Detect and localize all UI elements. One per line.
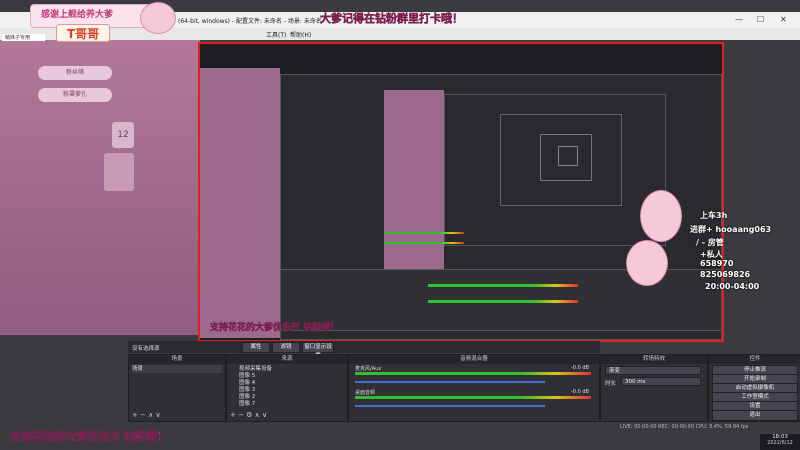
properties-button[interactable]: 属性 <box>242 342 270 353</box>
menu-help[interactable]: 帮助(H) <box>290 30 311 39</box>
nested-meter-3 <box>384 232 464 234</box>
sources-dock: 来源 视频采集设备 图像 5 图像 4 图像 3 图像 2 图像 7 + − ⚙… <box>226 354 348 422</box>
nested-meter-2 <box>428 300 578 303</box>
scenes-dock: 场景 场景 + − ∧ ∨ <box>128 354 226 422</box>
mixer-header: 音频混合器 <box>349 355 599 364</box>
avatar <box>104 153 134 191</box>
controls-header: 控件 <box>709 355 800 364</box>
top-banner: 大爹记得在钻粉群里打卡哦！ <box>320 12 464 26</box>
schedule-line: / - 房管 <box>696 238 724 247</box>
bottom-banner: 支持花花的大爹优先开 钻粉哦！ <box>10 430 168 444</box>
logo-text: T哥哥 <box>66 27 100 41</box>
clock-date: 2022/6/12 <box>767 440 793 446</box>
browser-tab[interactable]: 萌妹子专用 <box>2 34 45 41</box>
transitions-dock: 转场特效 渐变 时长 300 ms <box>600 354 708 422</box>
desktop-volume-slider[interactable] <box>355 405 545 407</box>
audio-mixer-dock: 音频混合器 麦克风/Aux -0.0 dB 桌面音频 -0.0 dB <box>348 354 600 422</box>
nested-meter-1 <box>428 284 578 287</box>
badge-button[interactable]: 粉罩萝扎 <box>38 88 112 102</box>
preview-canvas[interactable]: 支持花花的大爹优先开 钻粉哦！ <box>198 42 724 342</box>
schedule-line: 825069826 <box>700 270 751 279</box>
menu-tools[interactable]: 工具(T) <box>266 30 286 39</box>
desktop-db: -0.0 dB <box>571 389 589 395</box>
transitions-header: 转场特效 <box>601 355 707 364</box>
minimize-button[interactable]: — <box>735 15 743 24</box>
status-bar: LIVE: 00:00:00 REC: 00:00:00 CPU: 3.4%, … <box>620 424 749 430</box>
top-left-banner: 感谢上舰给养大爹 <box>41 10 114 20</box>
card-number: 12 <box>112 122 134 148</box>
scene-add-remove[interactable]: + − ∧ ∨ <box>132 411 161 419</box>
filters-button[interactable]: 滤镜 <box>272 342 300 353</box>
taskbar-clock: 18:03 2022/6/12 <box>760 434 800 450</box>
nested-meter-4 <box>384 242 464 244</box>
menu-bar: 工具(T) 帮助(H) <box>0 28 800 40</box>
source-item[interactable]: 图像 7 <box>239 400 344 408</box>
exit-button[interactable]: 退出 <box>712 410 798 421</box>
desktop-channel-label: 桌面音频 <box>355 390 376 396</box>
mascot-top-left <box>140 2 176 34</box>
controls-dock: 控件 停止推流 开始录制 启动虚拟摄像机 工作室模式 设置 退出 <box>708 354 800 422</box>
source-toolbar: 没有选择源 属性 滤镜 窗口显示设置 <box>128 341 600 359</box>
mascot-right-1 <box>640 190 682 242</box>
transition-settings-button[interactable]: 窗口显示设置 <box>302 342 334 359</box>
mic-meter <box>355 372 591 375</box>
logo-box: T哥哥 <box>56 24 110 42</box>
window-title: (64-bit, windows) - 配置文件: 未命名 - 场景: 未命名 <box>178 18 322 25</box>
schedule-line: 上车3h <box>700 211 728 220</box>
schedule-line: 进群+ hooaang063 <box>690 225 772 234</box>
mascot-right-2 <box>626 240 668 286</box>
browser-panel: 萌妹子专用 粉丝萌 粉罩萝扎 12 <box>0 34 200 335</box>
schedule-line: 658970 <box>700 259 734 268</box>
desktop-meter <box>355 396 591 399</box>
no-source-label: 没有选择源 <box>132 346 160 352</box>
source-add-remove[interactable]: + − ⚙ ∧ ∨ <box>230 411 267 419</box>
scene-item[interactable]: 场景 <box>132 365 222 373</box>
nested-left-panel <box>200 68 280 338</box>
mic-db: -0.0 dB <box>571 365 589 371</box>
close-button[interactable]: ✕ <box>780 15 787 24</box>
mic-channel-label: 麦克风/Aux <box>355 366 382 372</box>
duration-label: 时长 <box>605 381 617 387</box>
scenes-header: 场景 <box>129 355 225 364</box>
mic-volume-slider[interactable] <box>355 381 545 383</box>
schedule-line: 20:00-04:00 <box>705 282 760 291</box>
fans-button[interactable]: 粉丝萌 <box>38 66 112 80</box>
inner-bottom-banner: 支持花花的大爹优先开 钻粉哦！ <box>210 323 340 334</box>
transition-select[interactable]: 渐变 <box>605 366 701 375</box>
maximize-button[interactable]: ☐ <box>757 15 764 24</box>
sources-header: 来源 <box>227 355 347 364</box>
nested-obs-5 <box>558 146 578 166</box>
duration-field[interactable]: 300 ms <box>621 377 701 386</box>
